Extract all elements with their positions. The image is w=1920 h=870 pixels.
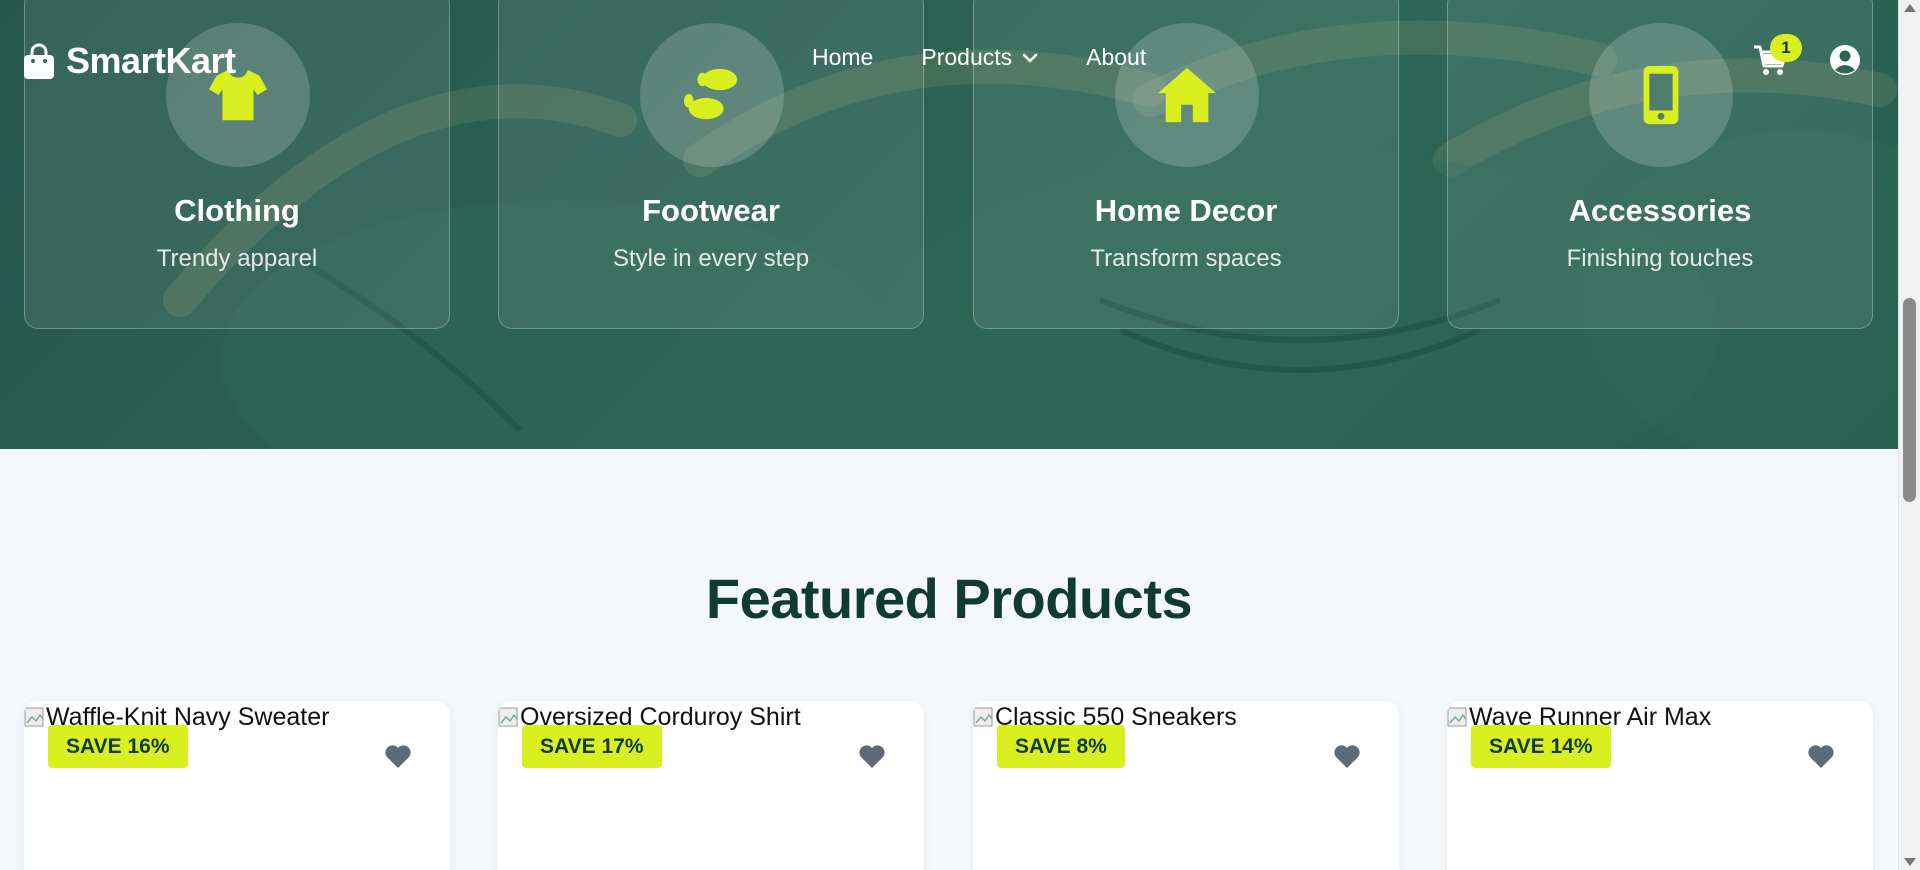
product-card[interactable]: Oversized Corduroy Shirt SAVE 17%	[498, 701, 924, 870]
scroll-up-arrow[interactable]	[1904, 4, 1916, 12]
discount-badge: SAVE 16%	[48, 725, 188, 768]
page-scrollbar[interactable]	[1898, 0, 1920, 870]
product-card[interactable]: Wave Runner Air Max SAVE 14%	[1447, 701, 1873, 870]
featured-products-heading: Featured Products	[705, 567, 1193, 630]
nav-about-label: About	[1086, 44, 1147, 70]
site-header: SmartKart Home Products About 1	[0, 0, 1898, 120]
product-card[interactable]: Waffle-Knit Navy Sweater SAVE 16%	[24, 701, 450, 870]
broken-image-icon	[973, 707, 993, 726]
nav-products-label: Products	[921, 44, 1013, 70]
category-title: Accessories	[1568, 193, 1752, 228]
category-title: Home Decor	[1094, 193, 1278, 228]
nav-about[interactable]: About	[1086, 44, 1146, 71]
discount-badge: SAVE 14%	[1471, 725, 1611, 768]
broken-image-icon	[24, 707, 44, 726]
cart-count-badge: 1	[1770, 34, 1802, 62]
scrollbar-thumb[interactable]	[1903, 298, 1916, 502]
category-title: Clothing	[174, 193, 300, 228]
broken-image-icon	[1447, 707, 1467, 726]
discount-badge: SAVE 8%	[997, 725, 1125, 768]
scroll-down-arrow[interactable]	[1904, 858, 1916, 866]
nav-home[interactable]: Home	[812, 44, 873, 71]
heart-icon[interactable]	[1807, 743, 1835, 769]
heart-icon[interactable]	[384, 743, 412, 769]
category-title: Footwear	[642, 193, 780, 228]
broken-image-icon	[498, 707, 518, 726]
shopping-bag-icon	[24, 43, 54, 79]
brand-logo[interactable]: SmartKart	[22, 40, 236, 82]
heart-icon[interactable]	[1333, 743, 1361, 769]
category-subtitle: Trendy apparel	[156, 245, 318, 272]
category-subtitle: Style in every step	[612, 245, 810, 272]
heart-icon[interactable]	[858, 743, 886, 769]
main-nav: Home Products About	[812, 44, 1146, 71]
user-account-icon[interactable]	[1829, 44, 1861, 76]
discount-badge: SAVE 17%	[522, 725, 662, 768]
nav-home-label: Home	[812, 44, 874, 70]
chevron-down-icon	[1022, 53, 1038, 63]
brand-name: SmartKart	[66, 40, 236, 81]
category-subtitle: Finishing touches	[1566, 245, 1754, 272]
product-card[interactable]: Classic 550 Sneakers SAVE 8%	[973, 701, 1399, 870]
category-subtitle: Transform spaces	[1090, 245, 1282, 272]
nav-products-dropdown[interactable]: Products	[921, 44, 1038, 71]
